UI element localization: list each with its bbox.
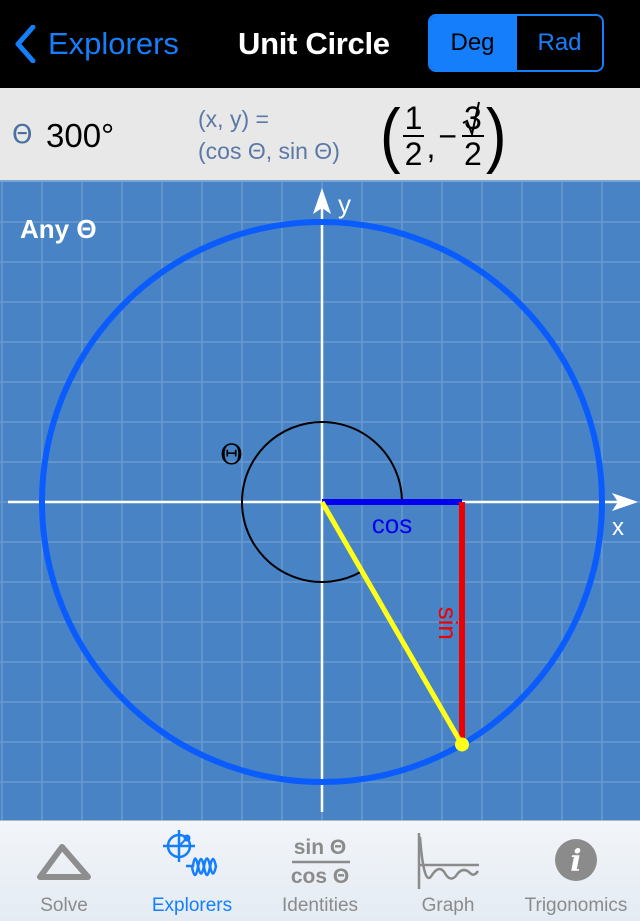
tab-graph[interactable]: Graph xyxy=(384,821,512,921)
close-paren: ) xyxy=(485,95,507,176)
open-paren: ( xyxy=(380,95,401,176)
degrees-segment[interactable]: Deg xyxy=(430,16,515,70)
tab-trigonomics[interactable]: i Trigonomics xyxy=(512,821,640,921)
unit-circle-wave-icon xyxy=(163,830,218,877)
unit-circle-diagram[interactable]: Any Θ x y Θ cos sin xyxy=(0,182,640,820)
angle-label: Θ xyxy=(220,438,243,471)
angle-point-handle[interactable] xyxy=(455,737,469,752)
info-icon: i xyxy=(555,839,597,881)
back-button[interactable]: Explorers xyxy=(14,22,179,66)
theta-value[interactable]: 300° xyxy=(46,117,114,155)
svg-text:i: i xyxy=(570,844,581,879)
page-title: Unit Circle xyxy=(238,26,390,61)
cos-sin-label: (cos Θ, sin Θ) xyxy=(198,138,340,164)
y-denominator: 2 xyxy=(464,136,482,172)
triangle-icon xyxy=(37,844,91,880)
angle-unit-segmented-control: Deg Rad xyxy=(428,14,604,72)
y-coordinate-fraction: 3 2 xyxy=(462,101,484,171)
tab-label: Solve xyxy=(40,895,88,916)
tab-explorers[interactable]: Explorers xyxy=(128,821,256,921)
sin-label: sin xyxy=(433,607,463,640)
radians-segment[interactable]: Rad xyxy=(515,16,602,70)
tab-label: Identities xyxy=(281,895,359,916)
coordinate-readout: ( 1 2 , − 3 2 ) xyxy=(380,96,506,176)
x-denominator: 2 xyxy=(404,136,423,172)
tab-bar: Solve Explorers sin Θ cos Θ Identities G… xyxy=(0,820,640,921)
comma: , xyxy=(426,128,436,165)
tab-label: Graph xyxy=(421,895,475,916)
x-numerator: 1 xyxy=(402,100,425,137)
square-root-icon xyxy=(462,101,481,137)
x-axis-label: x xyxy=(612,514,624,541)
mode-label: Any Θ xyxy=(20,214,97,244)
chevron-left-icon xyxy=(15,25,36,63)
tab-identities[interactable]: sin Θ cos Θ Identities xyxy=(256,821,384,921)
damped-wave-icon xyxy=(417,833,480,889)
tab-solve[interactable]: Solve xyxy=(0,821,128,921)
back-label: Explorers xyxy=(48,26,179,61)
y-sign: − xyxy=(438,117,458,154)
tab-label: Trigonomics xyxy=(524,895,628,916)
theta-icon: Θ xyxy=(12,120,33,150)
svg-text:sin Θ: sin Θ xyxy=(294,836,347,859)
x-coordinate-fraction: 1 2 xyxy=(402,100,425,172)
tab-label: Explorers xyxy=(151,895,233,916)
sin-over-cos-icon: sin Θ cos Θ xyxy=(291,836,350,888)
svg-text:cos Θ: cos Θ xyxy=(291,865,349,888)
y-axis-label: y xyxy=(338,189,351,219)
cos-label: cos xyxy=(372,509,412,539)
y-numerator: 3 xyxy=(462,101,484,137)
navigation-bar: Explorers Unit Circle Deg Rad xyxy=(0,0,640,88)
xy-equals-label: (x, y) = xyxy=(198,106,269,132)
